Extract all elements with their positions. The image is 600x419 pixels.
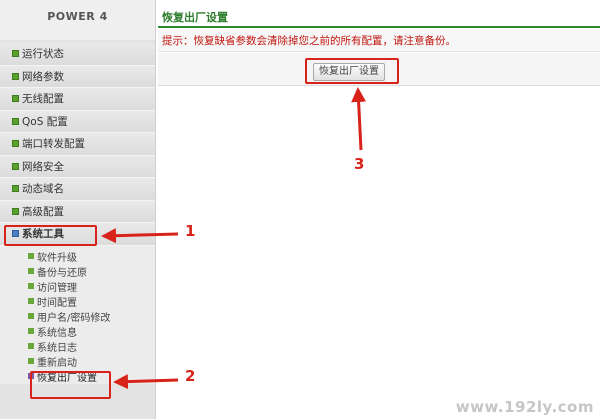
callout-number-2: 2 bbox=[185, 367, 196, 385]
watermark: www.192ly.com bbox=[455, 398, 594, 416]
callout-number-1: 1 bbox=[185, 222, 196, 240]
arrow-3-icon bbox=[351, 87, 367, 151]
arrow-1-icon bbox=[101, 228, 179, 244]
callout-number-3: 3 bbox=[354, 155, 365, 173]
annotation-arrows bbox=[101, 87, 367, 390]
arrow-2-icon bbox=[113, 374, 179, 390]
